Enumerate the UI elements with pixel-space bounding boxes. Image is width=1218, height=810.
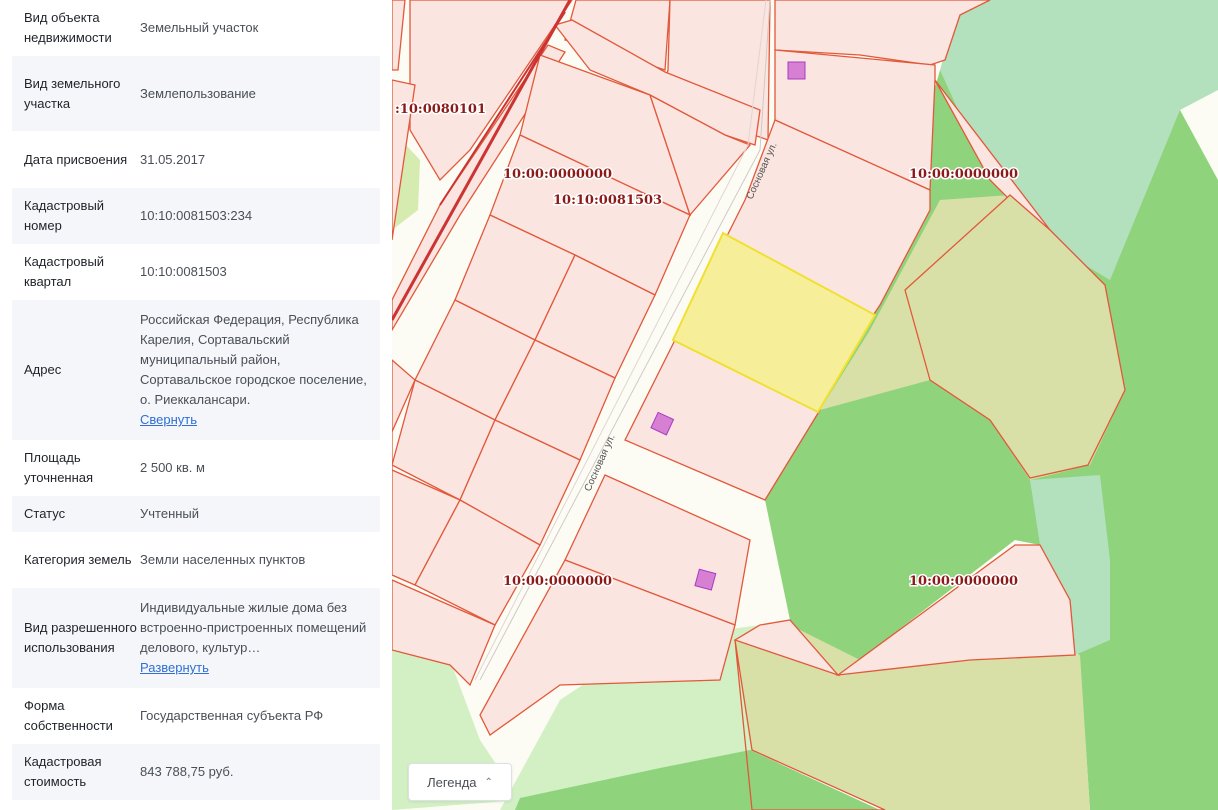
info-label: Адрес (24, 362, 62, 377)
info-label: Кадастровый номер (24, 198, 105, 233)
cadastral-label: :10:0080101 (395, 102, 486, 117)
info-label: Вид разрешенного использования (24, 620, 137, 655)
info-row-area: Площадь уточненная 2 500 кв. м (12, 440, 380, 496)
collapse-link[interactable]: Свернуть (140, 412, 197, 427)
info-label: Дата присвоения (24, 151, 128, 167)
info-row-permitted-use: Вид разрешенного использования Индивидуа… (12, 588, 380, 688)
chevron-up-icon: ⌃ (484, 776, 493, 788)
info-label: Статус (24, 506, 66, 521)
info-value: 10:10:0081503 (140, 264, 227, 279)
info-row-cadastral-value: Кадастровая стоимость 843 788,75 руб. (12, 744, 380, 800)
object-info-panel: Вид объекта недвижимости Земельный участ… (0, 0, 392, 810)
info-row-cadastral-number: Кадастровый номер 10:10:0081503:234 (12, 188, 380, 244)
info-value: Государственная субъекта РФ (140, 708, 324, 723)
info-label: Площадь уточненная (24, 450, 94, 485)
info-value: Учтенный (140, 506, 200, 521)
info-row-status: Статус Учтенный (12, 496, 380, 532)
info-value: 2 500 кв. м (140, 460, 205, 475)
info-row-land-type: Вид земельного участка Землепользование (12, 56, 380, 131)
legend-label: Легенда (427, 774, 477, 790)
permitted-use-text: Индивидуальные жилые дома без встроенно-… (140, 600, 367, 655)
info-value: Российская Федерация, Республика Карелия… (140, 310, 380, 430)
info-value: 10:10:0081503:234 (140, 208, 253, 223)
cadastral-label: 10:00:0000000 (503, 167, 612, 182)
info-row-land-category: Категория земель Земли населенных пункто… (12, 532, 380, 588)
info-value: Земли населенных пунктов (140, 552, 306, 567)
info-label: Форма собственности (24, 698, 113, 733)
cadastral-map[interactable]: :10:0080101 10:00:0000000 10:10:0081503 … (392, 0, 1218, 810)
cadastral-label: 10:10:0081503 (553, 193, 662, 208)
info-value: 843 788,75 руб. (140, 764, 234, 779)
expand-link[interactable]: Развернуть (140, 660, 209, 675)
info-row-object-type: Вид объекта недвижимости Земельный участ… (12, 0, 380, 56)
info-label: Категория земель (24, 552, 132, 567)
info-label: Кадастровый квартал (24, 254, 105, 289)
address-text: Российская Федерация, Республика Карелия… (140, 312, 367, 407)
info-label: Кадастровая стоимость (24, 754, 102, 789)
cadastral-label: 10:00:0000000 (909, 574, 1018, 589)
info-value: Индивидуальные жилые дома без встроенно-… (140, 598, 380, 678)
info-row-assignment-date: Дата присвоения 31.05.2017 (12, 131, 380, 188)
cadastral-label: 10:00:0000000 (503, 574, 612, 589)
info-value: Земельный участок (140, 20, 259, 35)
building-marker[interactable] (694, 568, 717, 591)
info-row-address: Адрес Российская Федерация, Республика К… (12, 300, 380, 440)
map-canvas: :10:0080101 10:00:0000000 10:10:0081503 … (392, 0, 1218, 810)
info-value: 31.05.2017 (140, 151, 206, 167)
info-row-cadastral-quarter: Кадастровый квартал 10:10:0081503 (12, 244, 380, 300)
info-label: Вид объекта недвижимости (24, 10, 112, 45)
info-value: Землепользование (140, 85, 256, 101)
cadastral-label: 10:00:0000000 (909, 167, 1018, 182)
info-row-ownership-form: Форма собственности Государственная субъ… (12, 688, 380, 744)
building-marker[interactable] (787, 61, 806, 80)
legend-button[interactable]: Легенда ⌃ (408, 763, 512, 801)
info-label: Вид земельного участка (24, 75, 121, 111)
